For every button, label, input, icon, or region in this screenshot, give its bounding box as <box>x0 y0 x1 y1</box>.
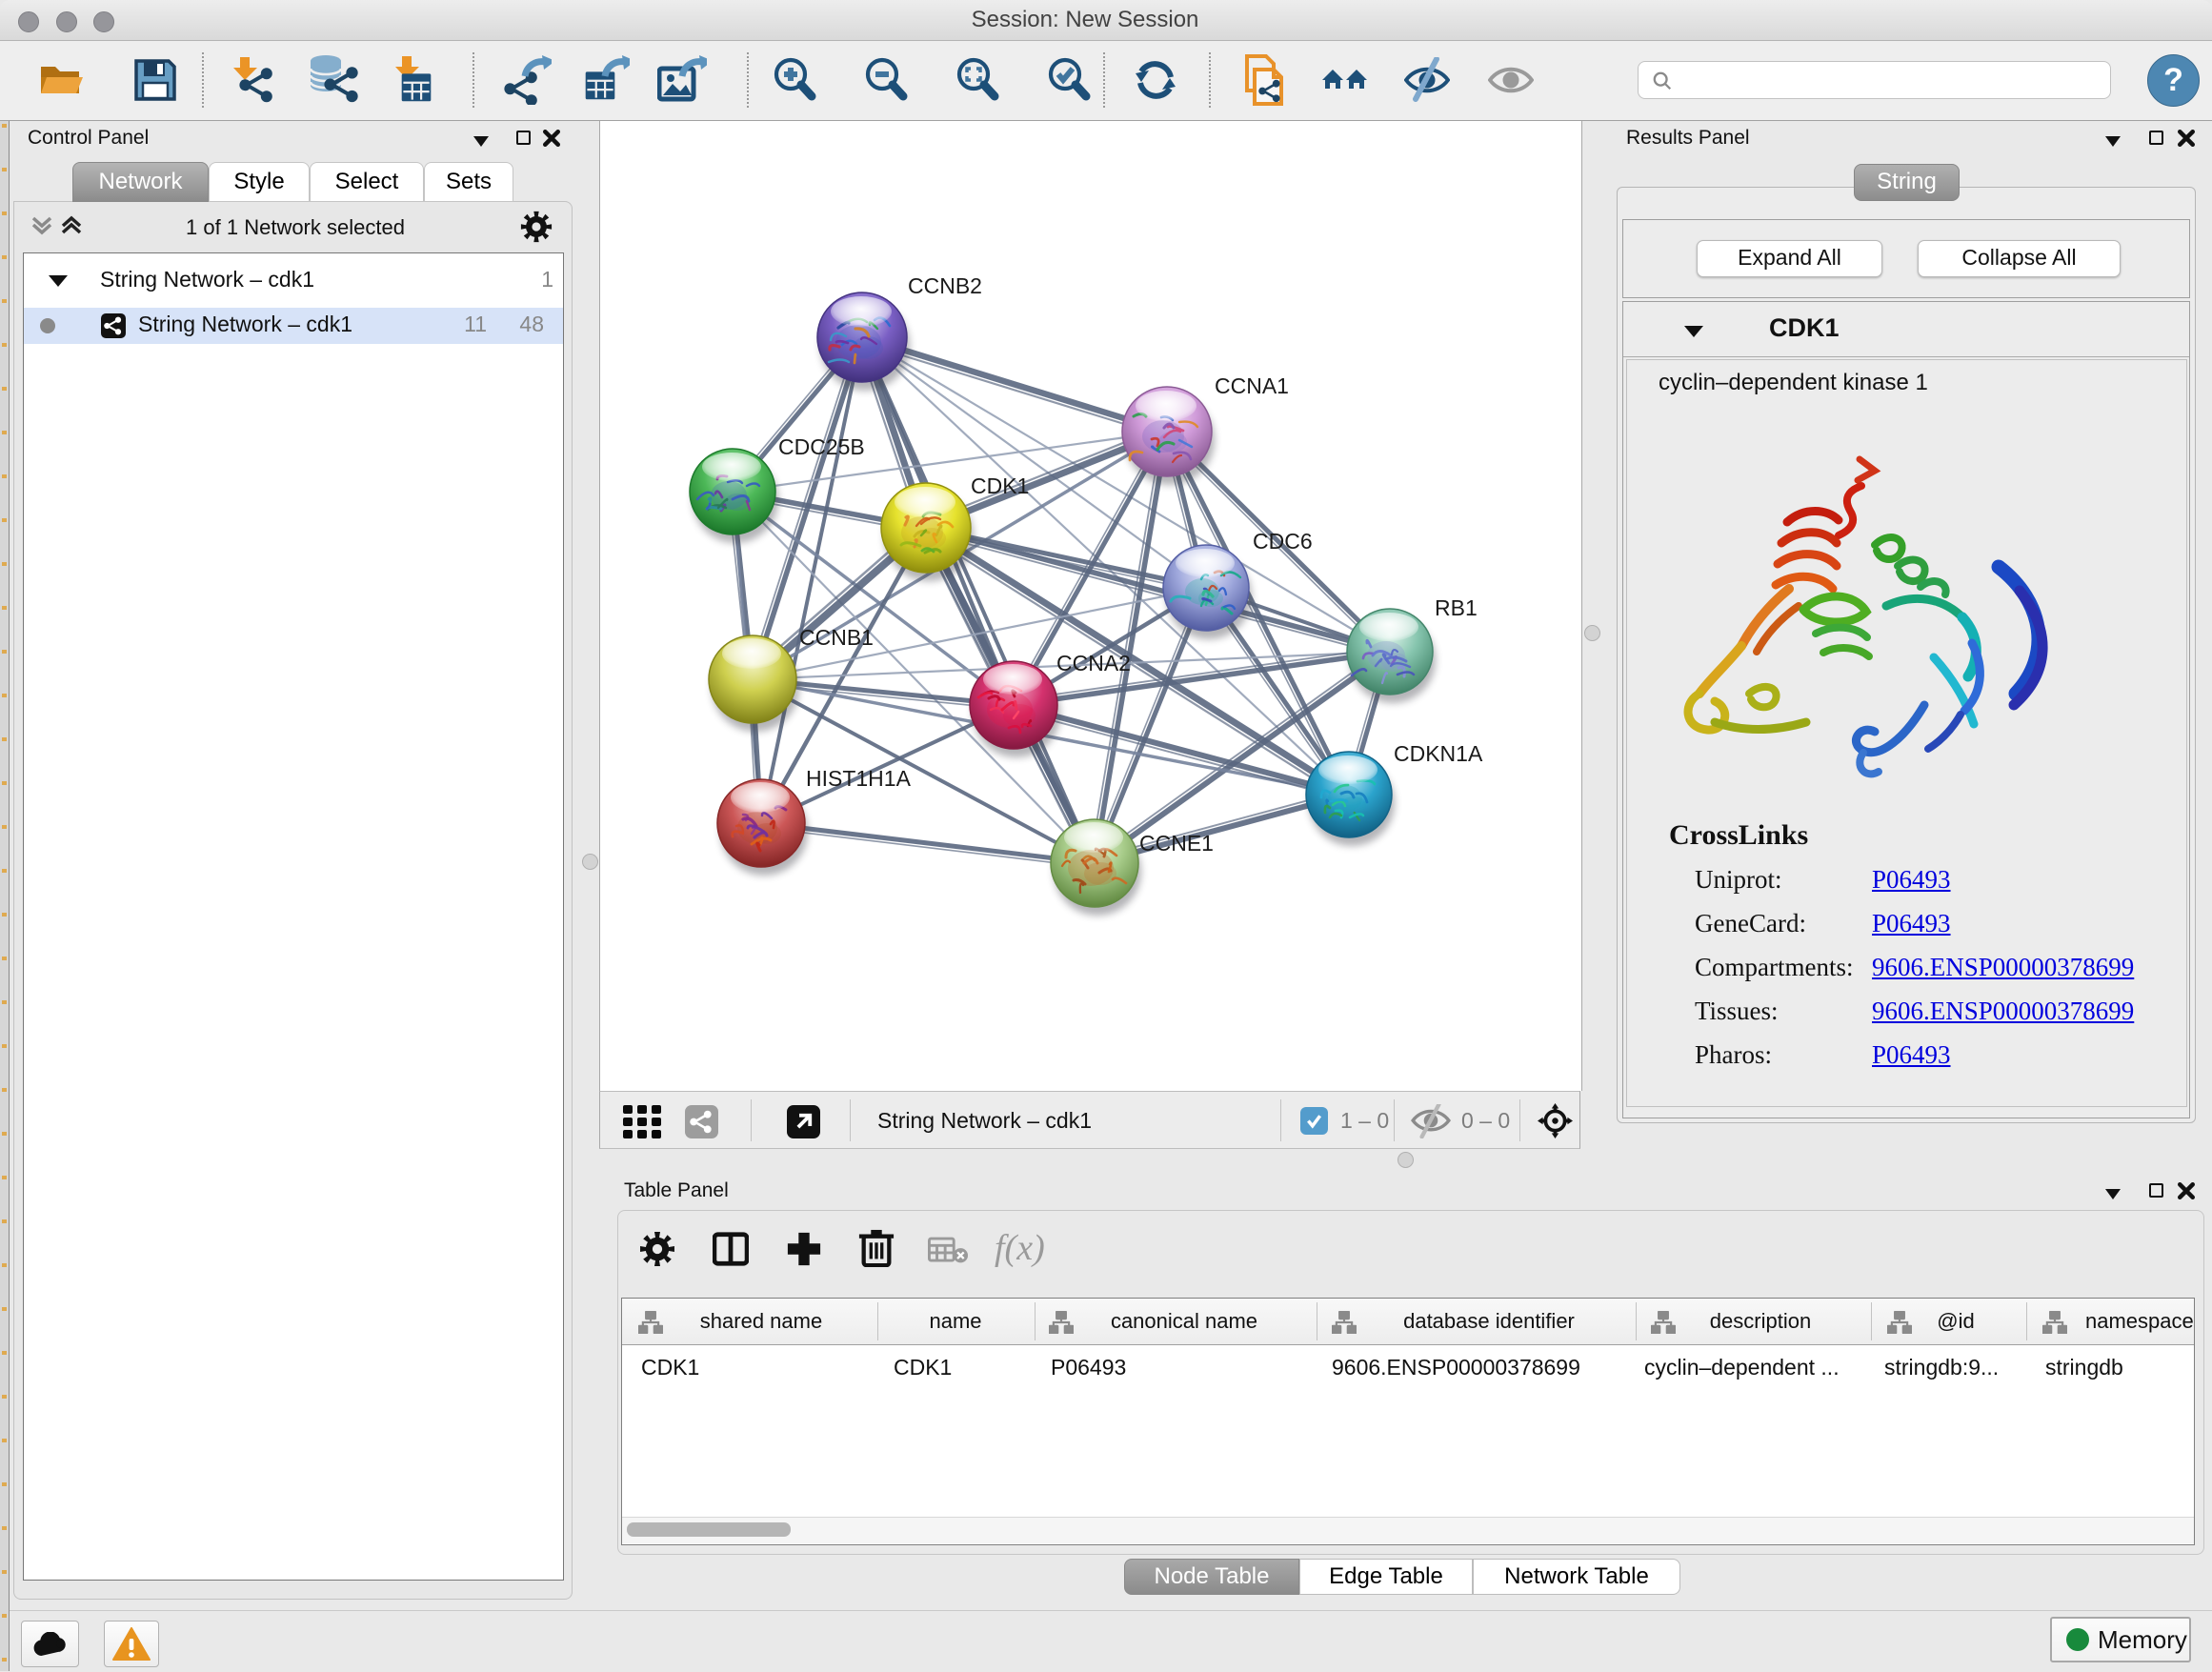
svg-text:CCNB2: CCNB2 <box>908 273 982 298</box>
svg-text:CDC25B: CDC25B <box>778 434 865 459</box>
svg-text:CDKN1A: CDKN1A <box>1394 741 1483 766</box>
svg-text:CCNB1: CCNB1 <box>799 625 874 650</box>
svg-text:CCNA2: CCNA2 <box>1056 651 1131 675</box>
svg-text:CDC6: CDC6 <box>1253 529 1313 554</box>
svg-text:RB1: RB1 <box>1435 595 1478 620</box>
svg-text:HIST1H1A: HIST1H1A <box>806 766 912 791</box>
svg-text:CCNA1: CCNA1 <box>1215 373 1289 398</box>
svg-text:CCNE1: CCNE1 <box>1139 831 1214 856</box>
svg-text:CDK1: CDK1 <box>971 473 1029 498</box>
